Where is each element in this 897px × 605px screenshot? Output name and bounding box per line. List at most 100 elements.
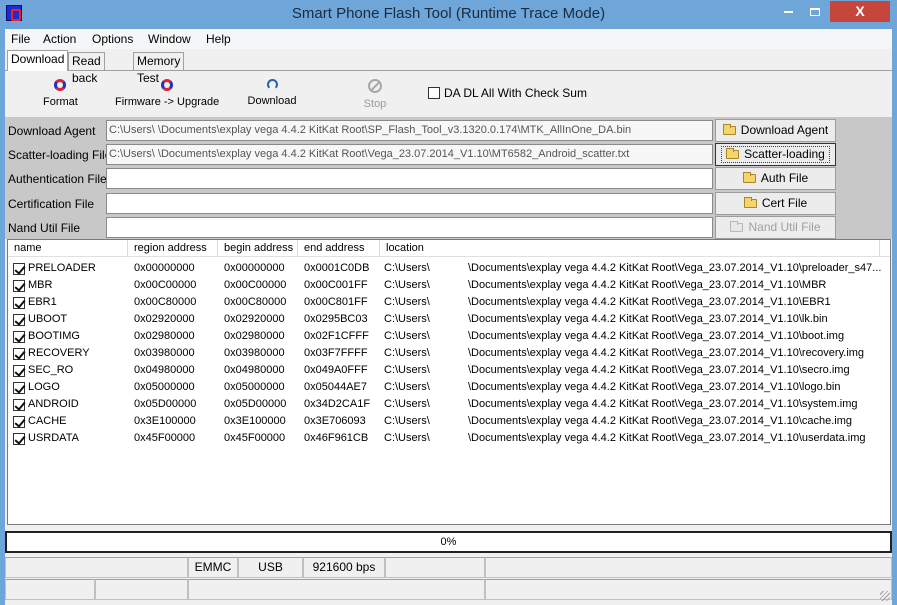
format-button[interactable]: Format: [43, 79, 78, 108]
partition-checkbox[interactable]: [13, 433, 25, 445]
auth-file-row: Authentication File Auth File: [5, 166, 892, 190]
tab-memory-test[interactable]: Memory Test: [133, 52, 185, 85]
table-row[interactable]: LOGO 0x05000000 0x05000000 0x05044AE7 C:\Use…: [8, 379, 890, 396]
cell-region-address: 0x05000000: [134, 381, 195, 393]
progress-text: 0%: [440, 536, 457, 548]
partition-checkbox[interactable]: [13, 314, 25, 326]
partition-checkbox[interactable]: [13, 416, 25, 428]
partition-checkbox[interactable]: [13, 331, 25, 343]
folder-icon: [722, 124, 736, 135]
cell-location: C:\Users\: [384, 432, 430, 444]
scatter-loading-button-label: Scatter-loading: [744, 147, 825, 161]
scatter-loading-button[interactable]: Scatter-loading: [715, 143, 836, 166]
column-header-location[interactable]: location: [380, 240, 880, 257]
auth-file-button[interactable]: Auth File: [715, 167, 836, 190]
download-agent-label: Download Agent: [8, 124, 96, 138]
menu-window[interactable]: Window: [148, 32, 191, 46]
cell-name: CACHE: [28, 415, 67, 427]
partition-checkbox[interactable]: [13, 382, 25, 394]
stop-button[interactable]: Stop: [360, 79, 390, 110]
cell-location-path: \Documents\explay vega 4.4.2 KitKat Root…: [468, 432, 866, 444]
tab-read-back[interactable]: Read back: [68, 52, 105, 85]
auth-file-field[interactable]: [106, 168, 713, 189]
scatter-loading-field[interactable]: C:\Users\ \Documents\explay vega 4.4.2 K…: [106, 144, 713, 165]
table-row[interactable]: MBR 0x00C00000 0x00C00000 0x00C001FF C:\User…: [8, 277, 890, 294]
table-row[interactable]: USRDATA 0x45F00000 0x45F00000 0x46F961CB C:\…: [8, 430, 890, 447]
menu-file[interactable]: File: [11, 32, 30, 46]
table-row[interactable]: SEC_RO 0x04980000 0x04980000 0x049A0FFF C:\U…: [8, 362, 890, 379]
toolbar: Format Firmware -> Upgrade Download Stop…: [5, 73, 892, 117]
checksum-checkbox[interactable]: [428, 87, 440, 99]
nand-util-field[interactable]: [106, 217, 713, 238]
cell-region-address: 0x03980000: [134, 347, 195, 359]
menu-options[interactable]: Options: [92, 32, 133, 46]
stop-label: Stop: [363, 98, 387, 110]
cell-name: SEC_RO: [28, 364, 74, 376]
folder-icon: [743, 197, 757, 208]
partition-checkbox[interactable]: [13, 348, 25, 360]
status-cell-blank: [5, 557, 188, 578]
table-row[interactable]: BOOTIMG 0x02980000 0x02980000 0x02F1CFFF C:\…: [8, 328, 890, 345]
file-selection-panel: Download Agent C:\Users\ \Documents\expl…: [5, 117, 892, 239]
firmware-upgrade-icon: [161, 79, 173, 91]
table-row[interactable]: EBR1 0x00C80000 0x00C80000 0x00C801FF C:\Use…: [8, 294, 890, 311]
table-row[interactable]: CACHE 0x3E100000 0x3E100000 0x3E706093 C:\Us…: [8, 413, 890, 430]
scatter-loading-button-focus: Scatter-loading: [721, 146, 830, 163]
cell-name: BOOTIMG: [28, 330, 80, 342]
cell-end-address: 0x0295BC03: [304, 313, 368, 325]
column-header-begin-address[interactable]: begin address: [218, 240, 298, 257]
menu-help[interactable]: Help: [206, 32, 231, 46]
menu-action[interactable]: Action: [43, 32, 76, 46]
partition-list[interactable]: name region address begin address end ad…: [7, 239, 891, 525]
close-button[interactable]: X: [830, 1, 890, 22]
partition-checkbox[interactable]: [13, 263, 25, 275]
cell-location-path: \Documents\explay vega 4.4.2 KitKat Root…: [468, 330, 845, 342]
cell-location: C:\Users\: [384, 279, 430, 291]
cell-begin-address: 0x00000000: [224, 262, 285, 274]
table-row[interactable]: ANDROID 0x05D00000 0x05D00000 0x34D2CA1F C:\…: [8, 396, 890, 413]
cell-region-address: 0x02920000: [134, 313, 195, 325]
tab-download[interactable]: Download: [7, 50, 69, 71]
cell-location-path: \Documents\explay vega 4.4.2 KitKat Root…: [468, 279, 827, 291]
cell-name: USRDATA: [28, 432, 79, 444]
cell-location: C:\Users\: [384, 262, 430, 274]
column-header-end-address[interactable]: end address: [298, 240, 380, 257]
minimize-button[interactable]: [774, 1, 802, 22]
column-header-region-address[interactable]: region address: [128, 240, 218, 257]
cell-end-address: 0x05044AE7: [304, 381, 367, 393]
folder-icon: [726, 148, 740, 159]
download-agent-field[interactable]: C:\Users\ \Documents\explay vega 4.4.2 K…: [106, 120, 713, 141]
download-agent-button-label: Download Agent: [740, 123, 829, 137]
partition-checkbox[interactable]: [13, 297, 25, 309]
column-header-name[interactable]: name: [8, 240, 128, 257]
resize-grip[interactable]: [880, 591, 890, 601]
checksum-option[interactable]: DA DL All With Check Sum: [428, 86, 587, 100]
table-row[interactable]: UBOOT 0x02920000 0x02920000 0x0295BC03 C:\Us…: [8, 311, 890, 328]
minimize-icon: [783, 10, 793, 13]
partition-checkbox[interactable]: [13, 365, 25, 377]
cell-name: ANDROID: [28, 398, 79, 410]
partition-checkbox[interactable]: [13, 399, 25, 411]
nand-util-button[interactable]: Nand Util File: [715, 216, 836, 239]
cert-file-field[interactable]: [106, 193, 713, 214]
cell-begin-address: 0x02980000: [224, 330, 285, 342]
cell-name: LOGO: [28, 381, 60, 393]
download-agent-button[interactable]: Download Agent: [715, 119, 836, 142]
cell-end-address: 0x02F1CFFF: [304, 330, 369, 342]
partition-checkbox[interactable]: [13, 280, 25, 292]
cert-file-button[interactable]: Cert File: [715, 192, 836, 215]
download-button[interactable]: Download: [245, 79, 299, 107]
status-storage: EMMC: [188, 557, 238, 578]
maximize-button[interactable]: [802, 1, 828, 22]
title-bar[interactable]: Smart Phone Flash Tool (Runtime Trace Mo…: [0, 0, 897, 29]
status-cell-blank: [485, 557, 892, 578]
progress-bar: 0%: [5, 531, 892, 553]
cell-name: EBR1: [28, 296, 57, 308]
cell-location-path: \Documents\explay vega 4.4.2 KitKat Root…: [468, 347, 865, 359]
table-row[interactable]: RECOVERY 0x03980000 0x03980000 0x03F7FFFF C:…: [8, 345, 890, 362]
table-row[interactable]: PRELOADER 0x00000000 0x00000000 0x0001C0DB C…: [8, 260, 890, 277]
cert-file-row: Certification File Cert File: [5, 191, 892, 215]
cell-name: PRELOADER: [28, 262, 96, 274]
firmware-upgrade-button[interactable]: Firmware -> Upgrade: [115, 79, 219, 108]
auth-file-label: Authentication File: [8, 172, 107, 186]
